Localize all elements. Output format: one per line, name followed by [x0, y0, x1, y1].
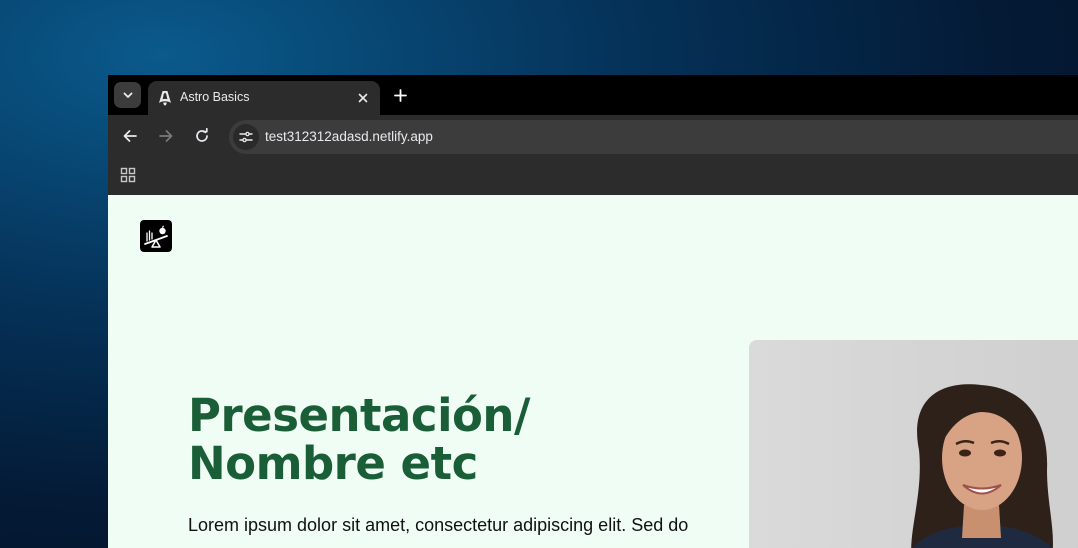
chevron-down-icon	[123, 92, 132, 98]
tab-strip: Astro Basics	[108, 75, 1078, 115]
apps-grid-icon[interactable]	[120, 167, 136, 183]
hero-title-line2: Nombre etc	[188, 437, 478, 490]
site-logo[interactable]	[140, 220, 172, 252]
tab-astro-basics[interactable]: Astro Basics	[148, 81, 380, 115]
browser-toolbar: test312312adasd.netlify.app	[108, 115, 1078, 157]
browser-window: Astro Basics test312312adasd.netlify.app…	[108, 75, 1078, 548]
hero-title-line1: Presentación/	[188, 389, 530, 442]
web-page: Presentación/ Nombre etc Lorem ipsum dol…	[108, 195, 1078, 548]
reload-icon	[196, 128, 208, 142]
portrait-photo	[749, 340, 1078, 548]
reload-button[interactable]	[191, 125, 213, 147]
tab-close-button[interactable]	[354, 89, 372, 107]
plus-icon	[393, 88, 407, 102]
portrait-illustration	[749, 340, 1078, 548]
back-button[interactable]	[119, 125, 141, 147]
seesaw-logo-icon	[144, 225, 168, 248]
arrow-left-icon	[123, 130, 137, 142]
forward-button[interactable]	[155, 125, 177, 147]
bookmarks-bar	[108, 157, 1078, 195]
tune-icon	[239, 131, 253, 143]
site-info-button[interactable]	[233, 124, 259, 150]
new-tab-button[interactable]	[389, 84, 411, 106]
astro-favicon-icon	[159, 91, 171, 106]
url-text[interactable]: test312312adasd.netlify.app	[265, 129, 433, 144]
address-bar[interactable]: test312312adasd.netlify.app	[229, 120, 1078, 154]
close-icon	[358, 93, 368, 103]
hero-title: Presentación/ Nombre etc	[188, 392, 708, 488]
hero-paragraph: Lorem ipsum dolor sit amet, consectetur …	[188, 515, 689, 535]
arrow-right-icon	[159, 130, 173, 142]
tab-search-button[interactable]	[114, 82, 141, 108]
tab-title: Astro Basics	[180, 90, 250, 104]
